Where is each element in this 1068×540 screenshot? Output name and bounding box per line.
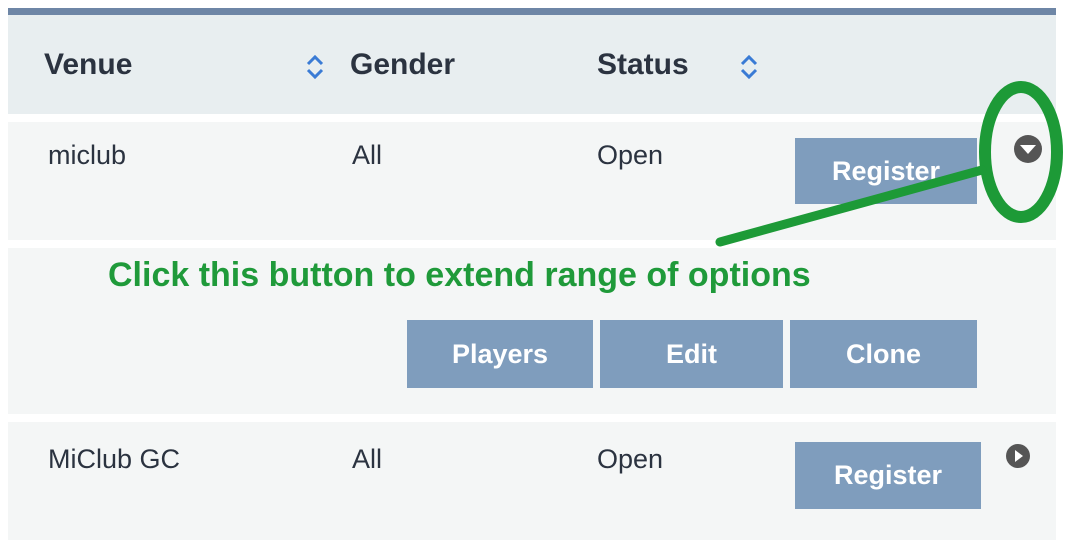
clone-button[interactable]: Clone [790, 320, 977, 388]
edit-button[interactable]: Edit [600, 320, 783, 388]
status-sort-icon[interactable] [738, 52, 760, 82]
row-divider [8, 114, 1056, 122]
row1-status: Open [597, 140, 664, 170]
table-header [8, 15, 1056, 115]
row2-gender: All [352, 444, 383, 474]
row1-gender: All [352, 140, 383, 170]
row1-register-button[interactable]: Register [795, 138, 977, 204]
row1-expand-toggle-icon[interactable] [1010, 131, 1046, 167]
row2-expand-toggle-icon[interactable] [1003, 441, 1033, 471]
column-header-status[interactable]: Status [597, 48, 689, 82]
row-divider [8, 414, 1056, 422]
players-button[interactable]: Players [407, 320, 593, 388]
venue-sort-icon[interactable] [304, 52, 326, 82]
row2-register-button[interactable]: Register [795, 442, 981, 509]
column-header-venue[interactable]: Venue [44, 48, 132, 82]
row-divider [8, 240, 1056, 248]
row1-venue: miclub [48, 140, 127, 170]
annotation-text: Click this button to extend range of opt… [108, 256, 811, 294]
row2-status: Open [597, 444, 664, 474]
column-header-gender: Gender [350, 48, 456, 81]
row2-venue: MiClub GC [48, 444, 181, 474]
table-top-border [8, 8, 1056, 15]
